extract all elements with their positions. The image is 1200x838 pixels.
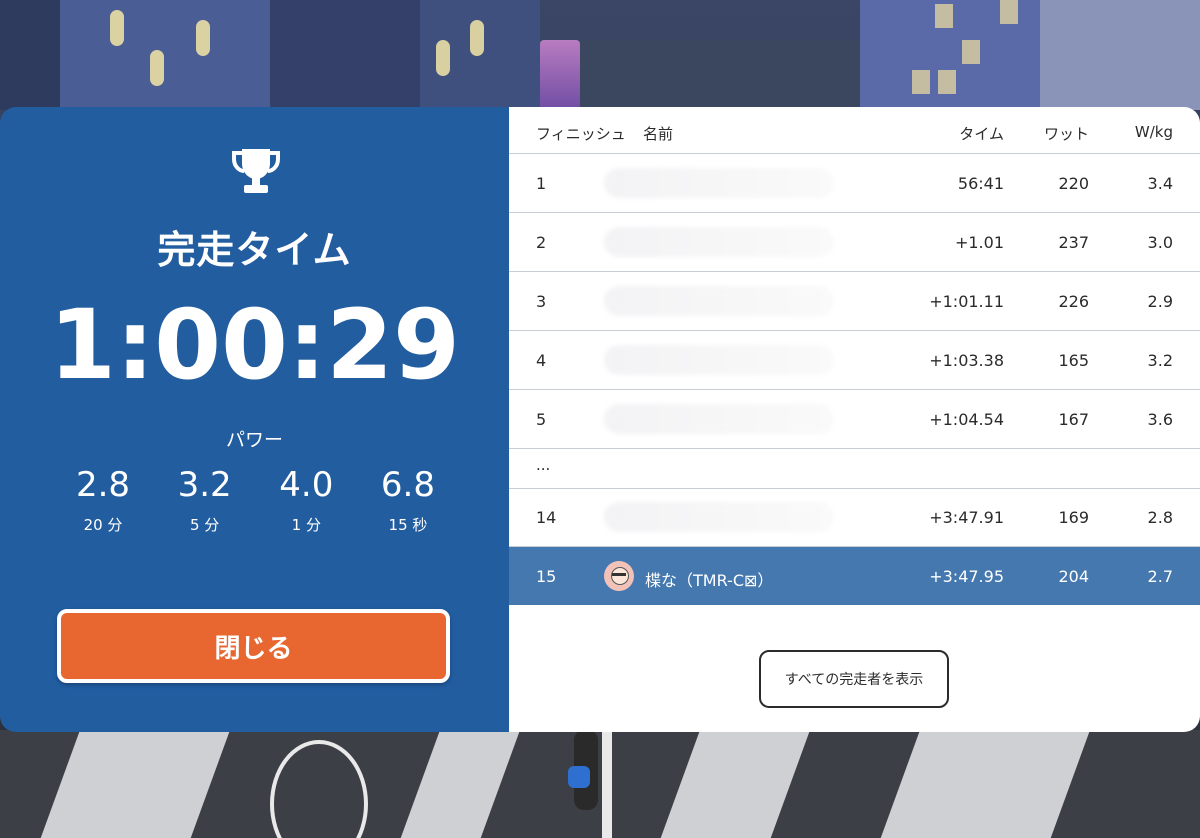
rank-cell: 2	[536, 233, 547, 252]
table-row[interactable]: 3 +1:01.11 226 2.9	[509, 272, 1200, 331]
trophy-icon	[232, 149, 280, 193]
header-finish: フィニッシュ	[536, 125, 626, 143]
table-row[interactable]: 4 +1:03.38 165 3.2	[509, 331, 1200, 390]
blurred-rider-name	[604, 404, 834, 434]
power-value: 3.2	[177, 465, 232, 505]
rider	[540, 730, 640, 838]
rank-cell: 1	[536, 174, 547, 193]
watt-cell: 169	[1058, 508, 1089, 527]
power-value: 2.8	[75, 465, 131, 505]
time-cell: +1.01	[954, 233, 1004, 252]
power-duration: 1 分	[291, 516, 321, 535]
table-row[interactable]: 2 +1.01 237 3.0	[509, 213, 1200, 272]
blurred-rider-name	[604, 227, 834, 257]
show-all-finishers-button[interactable]: すべての完走者を表示	[759, 650, 949, 708]
watt-cell: 204	[1058, 567, 1089, 586]
blurred-rider-name	[604, 168, 834, 198]
summary-panel: 完走タイム 1:00:29 パワー 2.8 20 分 3.2 5 分 4.0 1…	[0, 107, 509, 732]
wkg-cell: 2.9	[1147, 292, 1173, 311]
power-label: パワー	[225, 429, 283, 451]
rank-cell: 15	[536, 567, 557, 586]
wkg-cell: 3.0	[1147, 233, 1173, 252]
table-row[interactable]: 14 +3:47.91 169 2.8	[509, 488, 1200, 547]
watt-cell: 237	[1058, 233, 1089, 252]
table-header: フィニッシュ 名前 タイム ワット W/kg	[509, 107, 1200, 154]
wkg-cell: 2.7	[1147, 567, 1173, 586]
table-row[interactable]: 5 +1:04.54 167 3.6	[509, 390, 1200, 449]
blurred-rider-name	[604, 345, 834, 375]
row-gap-ellipsis: ...	[509, 450, 1200, 489]
watt-cell: 226	[1058, 292, 1089, 311]
finish-time-title: 完走タイム	[157, 228, 352, 272]
header-time: タイム	[959, 125, 1004, 143]
highlighted-own-row[interactable]: 15 楪な（TMR-C⊠） +3:47.95 204 2.7	[509, 547, 1200, 605]
avatar	[604, 561, 634, 591]
rank-cell: 14	[536, 508, 557, 527]
header-watt: ワット	[1043, 125, 1089, 143]
time-cell: +3:47.91	[929, 508, 1004, 527]
blurred-rider-name	[604, 502, 834, 532]
power-value: 4.0	[279, 465, 334, 505]
time-cell: 56:41	[957, 174, 1004, 193]
ellipsis-text: ...	[536, 456, 551, 474]
close-button[interactable]: 閉じる	[57, 609, 450, 683]
results-dialog: 完走タイム 1:00:29 パワー 2.8 20 分 3.2 5 分 4.0 1…	[0, 107, 1200, 732]
time-cell: +1:03.38	[929, 351, 1004, 370]
rider-name: 楪な（TMR-C⊠）	[645, 571, 774, 590]
rank-cell: 5	[536, 410, 547, 429]
bicycle	[258, 730, 378, 838]
power-stat: 6.8 15 秒	[363, 465, 453, 535]
rank-cell: 4	[536, 351, 547, 370]
finish-time-value: 1:00:29	[49, 289, 460, 401]
wkg-cell: 3.2	[1147, 351, 1173, 370]
power-duration: 15 秒	[388, 516, 428, 535]
power-value: 6.8	[380, 465, 435, 505]
watt-cell: 220	[1058, 174, 1089, 193]
wkg-cell: 2.8	[1147, 508, 1173, 527]
wkg-cell: 3.6	[1147, 410, 1173, 429]
watt-cell: 167	[1058, 410, 1089, 429]
power-stat: 2.8 20 分	[58, 465, 148, 535]
header-name: 名前	[643, 125, 674, 143]
power-stats: 2.8 20 分 3.2 5 分 4.0 1 分 6.8 15 秒	[58, 465, 453, 535]
time-cell: +1:04.54	[929, 410, 1004, 429]
watt-cell: 165	[1058, 351, 1089, 370]
wkg-cell: 3.4	[1147, 174, 1173, 193]
power-stat: 3.2 5 分	[160, 465, 250, 535]
time-cell: +3:47.95	[929, 567, 1004, 586]
table-row[interactable]: 1 56:41 220 3.4	[509, 154, 1200, 213]
time-cell: +1:01.11	[929, 292, 1004, 311]
header-wkg: W/kg	[1134, 123, 1173, 141]
blurred-rider-name	[604, 286, 834, 316]
power-duration: 20 分	[83, 516, 123, 535]
power-stat: 4.0 1 分	[261, 465, 351, 535]
rank-cell: 3	[536, 292, 547, 311]
power-duration: 5 分	[190, 516, 220, 535]
results-table: フィニッシュ 名前 タイム ワット W/kg 1 56:41 220 3.4 2…	[509, 107, 1200, 732]
